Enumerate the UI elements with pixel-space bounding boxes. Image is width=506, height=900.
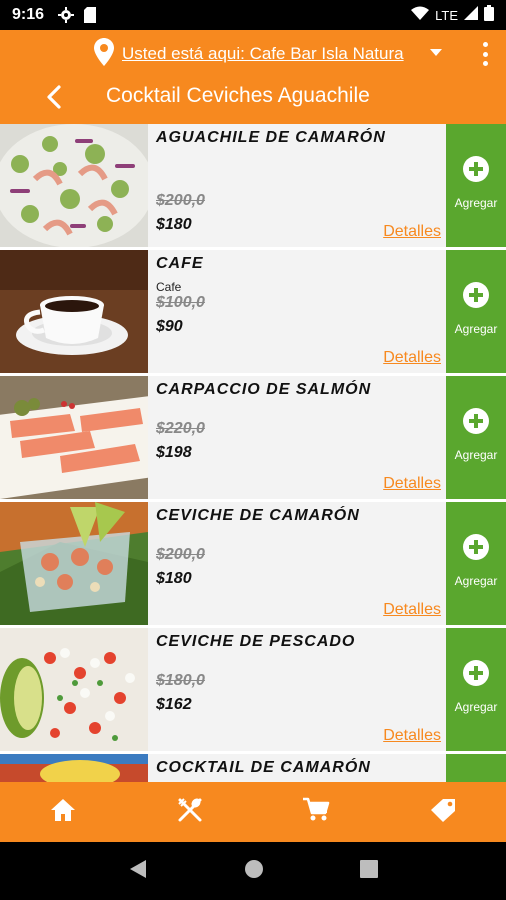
battery-icon [484, 4, 494, 26]
details-link[interactable]: Detalles [383, 349, 441, 367]
add-label: Agregar [454, 699, 498, 714]
add-label: Agregar [454, 195, 498, 210]
product-price: $180 [156, 570, 192, 587]
list-item[interactable]: Carpaccio de Salmón $220,0 $198 Detalles… [0, 376, 506, 499]
list-item[interactable]: Ceviche de Camarón $200,0 $180 Detalles … [0, 502, 506, 625]
product-old-price: $200,0 [156, 546, 205, 563]
product-name: Ceviche de Camarón [156, 507, 360, 524]
list-item[interactable]: Aguachile de Camarón $200,0 $180 Detalle… [0, 124, 506, 247]
settings-gear-icon [58, 7, 75, 23]
details-link[interactable]: Detalles [383, 727, 441, 745]
product-name: Ceviche de Pescado [156, 633, 356, 650]
product-image [0, 250, 148, 373]
add-button[interactable]: Agregar [446, 250, 506, 373]
details-link[interactable]: Detalles [383, 475, 441, 493]
system-back-icon[interactable] [128, 858, 148, 885]
product-name: Aguachile de Camarón [156, 129, 386, 146]
bottom-nav [0, 782, 506, 842]
list-item[interactable]: Cafe Cafe $100,0 $90 Detalles Agregar [0, 250, 506, 373]
nav-home[interactable] [0, 782, 127, 842]
home-icon [50, 798, 76, 827]
tag-icon [429, 797, 457, 828]
page-title: Cocktail Ceviches Aguachile [106, 84, 370, 107]
system-home-icon[interactable] [244, 859, 264, 884]
details-link[interactable]: Detalles [383, 223, 441, 241]
app-header: Usted está aqui: Cafe Bar Isla Natura Co… [0, 30, 506, 124]
nav-cart[interactable] [253, 782, 380, 842]
product-image [0, 124, 148, 247]
system-recents-icon[interactable] [360, 859, 378, 883]
product-price: $198 [156, 444, 192, 461]
nav-offers[interactable] [380, 782, 506, 842]
location-pin-icon[interactable] [94, 38, 114, 71]
plus-circle-icon [463, 407, 489, 434]
location-selector[interactable]: Usted está aqui: Cafe Bar Isla Natura [122, 44, 404, 64]
network-type: LTE [435, 7, 458, 23]
add-button[interactable]: Agregar [446, 376, 506, 499]
product-old-price: $200,0 [156, 192, 205, 209]
signal-icon [464, 5, 478, 25]
add-button[interactable]: Agregar [446, 502, 506, 625]
product-old-price: $220,0 [156, 420, 205, 437]
plus-circle-icon [463, 659, 489, 686]
product-image [0, 628, 148, 751]
wifi-icon [411, 6, 430, 25]
product-image [0, 502, 148, 625]
add-button[interactable] [446, 754, 506, 782]
status-bar: 9:16 LTE [0, 0, 506, 30]
product-image [0, 376, 148, 499]
product-list[interactable]: Aguachile de Camarón $200,0 $180 Detalle… [0, 124, 506, 782]
plus-circle-icon [463, 533, 489, 560]
cart-icon [302, 797, 330, 828]
add-button[interactable]: Agregar [446, 124, 506, 247]
back-arrow-icon[interactable] [44, 84, 66, 115]
nav-menu[interactable] [127, 782, 254, 842]
product-price: $90 [156, 318, 183, 335]
overflow-menu-icon[interactable] [480, 42, 490, 66]
add-label: Agregar [454, 573, 498, 588]
product-name: Carpaccio de Salmón [156, 381, 372, 398]
product-old-price: $180,0 [156, 672, 205, 689]
plus-circle-icon [463, 155, 489, 182]
add-label: Agregar [454, 321, 498, 336]
product-name: Cocktail de Camarón [156, 759, 371, 776]
product-price: $162 [156, 696, 192, 713]
product-old-price: $100,0 [156, 294, 205, 311]
sd-card-icon [84, 7, 97, 23]
add-label: Agregar [454, 447, 498, 462]
list-item[interactable]: Cocktail de Camarón [0, 754, 506, 782]
product-description: Cafe [156, 280, 182, 294]
product-name: Cafe [156, 255, 204, 272]
product-image [0, 754, 148, 782]
system-nav-bar [0, 842, 506, 900]
product-price: $180 [156, 216, 192, 233]
status-time: 9:16 [12, 6, 45, 23]
list-item[interactable]: Ceviche de Pescado $180,0 $162 Detalles … [0, 628, 506, 751]
plus-circle-icon [463, 281, 489, 308]
utensils-icon [177, 797, 203, 828]
add-button[interactable]: Agregar [446, 628, 506, 751]
dropdown-caret-icon[interactable] [430, 49, 442, 56]
details-link[interactable]: Detalles [383, 601, 441, 619]
